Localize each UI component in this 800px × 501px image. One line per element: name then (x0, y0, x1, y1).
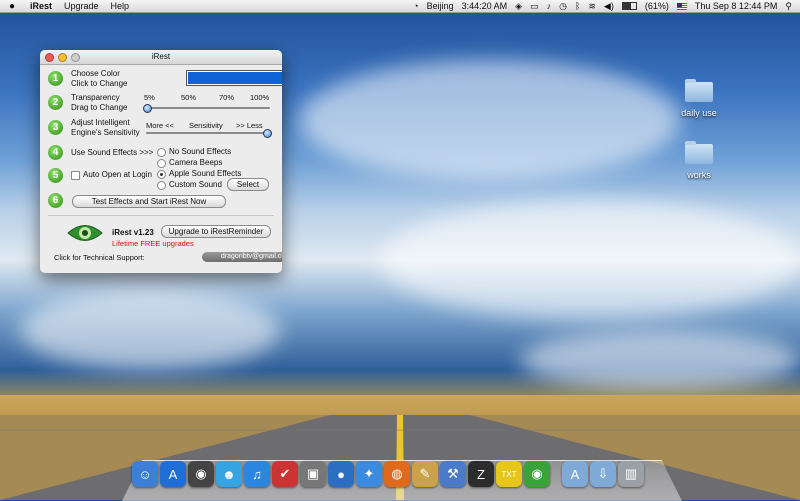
zoom-app-icon[interactable]: Z (468, 461, 494, 487)
minimize-icon[interactable] (58, 53, 67, 62)
support-email-button[interactable]: dragonbtv@gmail.com (202, 252, 282, 262)
menu-bar: ● iRest Upgrade Help ◔ Beijing 3:44:20 A… (0, 0, 800, 13)
divider (48, 215, 274, 216)
menu-clock[interactable]: Thu Sep 8 12:44 PM (695, 1, 778, 11)
adjust-intelligent-text: Adjust Intelligent (71, 118, 130, 127)
world-clock-icon[interactable]: ◔ (413, 1, 418, 11)
menu-help[interactable]: Help (105, 1, 136, 11)
select-sound-button[interactable]: Select (227, 178, 269, 191)
sensitivity-label: Adjust Intelligent Engine's Sensitivity (71, 118, 140, 138)
option-no-sound[interactable]: No Sound Effects (169, 147, 231, 157)
firefox-icon[interactable]: ◍ (384, 461, 410, 487)
dashboard-icon[interactable]: ◉ (188, 461, 214, 487)
tick-5: 5% (144, 93, 155, 102)
clock-city[interactable]: Beijing (427, 1, 454, 11)
time-machine-icon[interactable]: ◷ (559, 1, 567, 12)
window-titlebar[interactable]: iRest (40, 50, 282, 65)
transparency-text: Transparency (71, 93, 120, 102)
txt-app-icon[interactable]: TXT (496, 461, 522, 487)
less-label: >> Less (236, 121, 263, 130)
menu-extras: ◔ Beijing 3:44:20 AM ◈ ▭ ♪ ◷ ᛒ ≋ ◀) (61%… (413, 1, 800, 12)
engine-sensitivity-text: Engine's Sensitivity (71, 128, 140, 137)
promo-text: Lifetime FREE upgrades (112, 239, 194, 248)
irest-window: iRest 1 Choose Color Click to Change 2 T… (40, 50, 282, 273)
radio-camera-beeps[interactable] (157, 159, 166, 168)
finder-icon[interactable]: ☺ (132, 461, 158, 487)
desktop-folder-daily-use[interactable]: daily use (664, 79, 734, 118)
drag-to-change-text: Drag to Change (71, 103, 128, 112)
wifi-icon[interactable]: ≋ (588, 1, 596, 12)
close-icon[interactable] (45, 53, 54, 62)
xcode-icon[interactable]: ⚒ (440, 461, 466, 487)
volume-icon[interactable]: ◀) (604, 1, 614, 12)
sensitivity-slider-knob[interactable] (263, 129, 272, 138)
support-label: Click for Technical Support: (54, 253, 145, 262)
more-label: More << (146, 121, 174, 130)
version-label: iRest v1.23 (112, 228, 154, 237)
tick-50: 50% (181, 93, 197, 102)
itunes-icon[interactable]: ♫ (244, 461, 270, 487)
auto-open-checkbox[interactable] (71, 171, 80, 180)
sensitivity-mid-label: Sensitivity (189, 121, 223, 130)
us-flag-icon[interactable] (676, 2, 687, 10)
battery-icon[interactable] (621, 2, 637, 10)
folder-label: works (687, 170, 711, 180)
irest-eye-icon[interactable]: ◉ (524, 461, 550, 487)
step-2-icon: 2 (48, 95, 63, 110)
bluetooth-icon[interactable]: ᛒ (575, 1, 580, 11)
spotlight-search-icon[interactable]: ⚲ (785, 1, 792, 12)
radio-apple-sound[interactable] (157, 170, 166, 179)
trash-icon[interactable]: ▥ (618, 461, 644, 487)
sensitivity-slider[interactable] (146, 132, 270, 134)
option-custom-sound[interactable]: Custom Sound (169, 180, 222, 190)
click-to-change-text: Click to Change (71, 79, 128, 88)
folder-icon (685, 141, 713, 164)
upgrade-button[interactable]: Upgrade to iRestReminder (161, 225, 271, 238)
monitor-icon[interactable]: ▭ (530, 1, 539, 12)
irest-logo-eye-icon (67, 225, 103, 241)
radio-custom-sound[interactable] (157, 181, 166, 190)
option-camera-beeps[interactable]: Camera Beeps (169, 158, 222, 168)
desktop-folder-works[interactable]: works (664, 141, 734, 180)
applications-folder-icon[interactable]: A (562, 461, 588, 487)
auto-open-label[interactable]: Auto Open at Login (83, 170, 152, 180)
safari-icon[interactable]: ✦ (356, 461, 382, 487)
irest-menu-icon[interactable]: ◈ (515, 1, 522, 12)
transparency-slider[interactable] (146, 107, 270, 109)
menu-app-name[interactable]: iRest (24, 1, 58, 11)
downloads-folder-icon[interactable]: ⇩ (590, 461, 616, 487)
step-5-icon: 5 (48, 168, 63, 183)
folder-icon (685, 79, 713, 102)
use-sound-effects-label: Use Sound Effects >>> (71, 148, 154, 157)
music-note-icon[interactable]: ♪ (547, 1, 552, 11)
zoom-icon[interactable] (71, 53, 80, 62)
app-store-icon[interactable]: A (160, 461, 186, 487)
transparency-slider-knob[interactable] (143, 104, 152, 113)
step-6-icon: 6 (48, 193, 63, 208)
apple-menu-icon[interactable]: ● (0, 1, 24, 12)
menu-upgrade[interactable]: Upgrade (58, 1, 105, 11)
messenger-icon[interactable]: ☻ (216, 461, 242, 487)
preview-icon[interactable]: ▣ (300, 461, 326, 487)
calendar-app-icon[interactable]: ✔ (272, 461, 298, 487)
test-effects-button[interactable]: Test Effects and Start iRest Now (72, 195, 226, 208)
radio-no-sound[interactable] (157, 148, 166, 157)
transparency-label: Transparency Drag to Change (71, 93, 127, 113)
battery-percent[interactable]: (61%) (645, 1, 669, 11)
google-earth-icon[interactable]: ● (328, 461, 354, 487)
tick-100: 100% (250, 93, 270, 102)
folder-label: daily use (681, 108, 717, 118)
textedit-icon[interactable]: ✎ (412, 461, 438, 487)
dock-separator (552, 461, 560, 487)
choose-color-label: Choose Color Click to Change (71, 69, 127, 89)
color-swatch[interactable] (186, 70, 282, 86)
step-1-icon: 1 (48, 71, 63, 86)
choose-color-text: Choose Color (71, 69, 120, 78)
step-4-icon: 4 (48, 145, 63, 160)
tick-70: 70% (219, 93, 235, 102)
clock-time[interactable]: 3:44:20 AM (462, 1, 508, 11)
step-3-icon: 3 (48, 120, 63, 135)
dock: ☺ A ◉ ☻ ♫ ✔ ▣ ● ✦ ◍ ✎ ⚒ Z TXT ◉ A ⇩ ▥ (132, 461, 644, 487)
